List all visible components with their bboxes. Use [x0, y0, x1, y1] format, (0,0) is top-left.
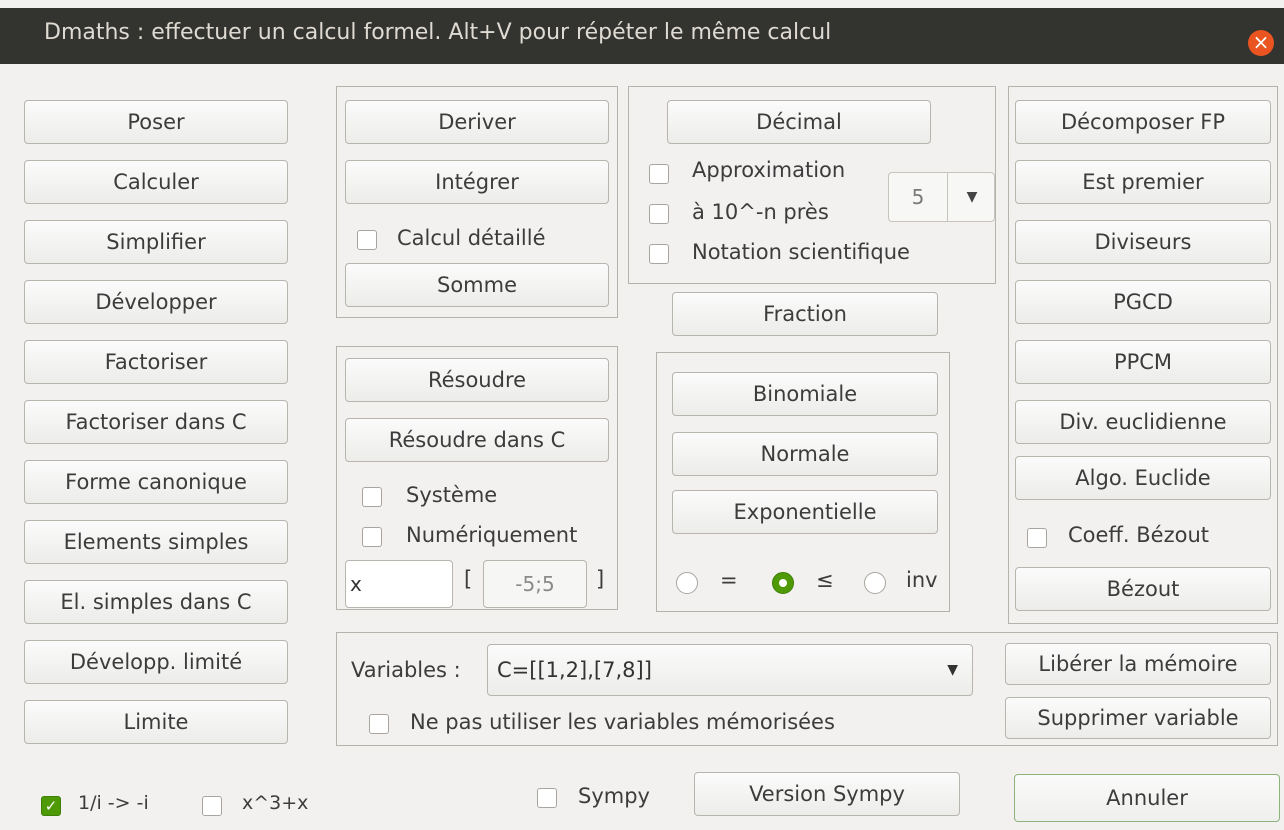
variable-input[interactable]: x: [345, 560, 453, 608]
normale-button[interactable]: Normale: [672, 432, 938, 476]
factoriser-button[interactable]: Factoriser: [24, 340, 288, 384]
numeriquement-checkbox[interactable]: [362, 527, 382, 547]
window-titlebar: Dmaths : effectuer un calcul formel. Alt…: [0, 8, 1284, 64]
algo-euclide-button[interactable]: Algo. Euclide: [1015, 456, 1271, 500]
variables-label: Variables :: [351, 658, 461, 682]
annuler-button[interactable]: Annuler: [1014, 774, 1280, 822]
pgcd-button[interactable]: PGCD: [1015, 280, 1271, 324]
precision-label: à 10^-n près: [692, 200, 829, 224]
variables-selected: C=[[1,2],[7,8]]: [497, 658, 652, 682]
resoudre-dans-c-button[interactable]: Résoudre dans C: [345, 418, 609, 462]
exponentielle-button[interactable]: Exponentielle: [672, 490, 938, 534]
developp-limite-button[interactable]: Développ. limité: [24, 640, 288, 684]
bezout-button[interactable]: Bézout: [1015, 567, 1271, 611]
x3-label: x^3+x: [242, 792, 309, 814]
numeriquement-label: Numériquement: [406, 523, 578, 547]
digits-spinner[interactable]: 5 ▼: [888, 172, 995, 222]
decimal-button[interactable]: Décimal: [667, 100, 931, 144]
el-simples-dans-c-button[interactable]: El. simples dans C: [24, 580, 288, 624]
coeff-bezout-checkbox[interactable]: [1027, 528, 1047, 548]
interval-input[interactable]: -5;5: [483, 560, 587, 608]
simplifier-button[interactable]: Simplifier: [24, 220, 288, 264]
approximation-label: Approximation: [692, 158, 846, 182]
diviseurs-button[interactable]: Diviseurs: [1015, 220, 1271, 264]
x3-checkbox[interactable]: [202, 796, 222, 816]
digits-value: 5: [911, 185, 925, 209]
div-euclidienne-button[interactable]: Div. euclidienne: [1015, 400, 1271, 444]
close-icon[interactable]: ×: [1248, 30, 1274, 56]
no-memory-label: Ne pas utiliser les variables mémorisées: [410, 710, 835, 734]
binomiale-button[interactable]: Binomiale: [672, 372, 938, 416]
poser-button[interactable]: Poser: [24, 100, 288, 144]
calculer-button[interactable]: Calculer: [24, 160, 288, 204]
equal-label: =: [720, 568, 738, 592]
no-memory-checkbox[interactable]: [369, 714, 389, 734]
elements-simples-button[interactable]: Elements simples: [24, 520, 288, 564]
fraction-button[interactable]: Fraction: [672, 292, 938, 336]
coeff-bezout-label: Coeff. Bézout: [1068, 523, 1209, 547]
interval-close-bracket: ]: [596, 567, 605, 591]
window-title: Dmaths : effectuer un calcul formel. Alt…: [44, 20, 832, 45]
version-sympy-button[interactable]: Version Sympy: [694, 772, 960, 816]
somme-button[interactable]: Somme: [345, 263, 609, 307]
chevron-down-icon[interactable]: ▼: [947, 173, 996, 221]
inv-label: inv: [906, 568, 938, 592]
systeme-label: Système: [406, 483, 498, 507]
interval-open-bracket: [: [464, 567, 473, 591]
sympy-checkbox[interactable]: [537, 788, 557, 808]
factoriser-dans-c-button[interactable]: Factoriser dans C: [24, 400, 288, 444]
le-label: ≤: [816, 568, 834, 592]
deriver-button[interactable]: Deriver: [345, 100, 609, 144]
notation-scientifique-checkbox[interactable]: [649, 244, 669, 264]
le-radio[interactable]: [772, 572, 794, 594]
integrer-button[interactable]: Intégrer: [345, 160, 609, 204]
precision-checkbox[interactable]: [649, 204, 669, 224]
ppcm-button[interactable]: PPCM: [1015, 340, 1271, 384]
sympy-label: Sympy: [578, 784, 650, 808]
notation-scientifique-label: Notation scientifique: [692, 240, 910, 264]
liberer-memoire-button[interactable]: Libérer la mémoire: [1005, 643, 1271, 685]
one-over-i-checkbox[interactable]: ✓: [41, 796, 61, 816]
forme-canonique-button[interactable]: Forme canonique: [24, 460, 288, 504]
approximation-checkbox[interactable]: [649, 164, 669, 184]
decomposer-fp-button[interactable]: Décomposer FP: [1015, 100, 1271, 144]
chevron-down-icon: ▼: [947, 662, 958, 678]
calcul-detaille-label: Calcul détaillé: [397, 226, 546, 250]
developper-button[interactable]: Développer: [24, 280, 288, 324]
inv-radio[interactable]: [864, 572, 886, 594]
resoudre-button[interactable]: Résoudre: [345, 358, 609, 402]
systeme-checkbox[interactable]: [362, 487, 382, 507]
limite-button[interactable]: Limite: [24, 700, 288, 744]
est-premier-button[interactable]: Est premier: [1015, 160, 1271, 204]
calcul-detaille-checkbox[interactable]: [357, 230, 377, 250]
variables-select[interactable]: C=[[1,2],[7,8]] ▼: [487, 644, 973, 696]
one-over-i-label: 1/i -> -i: [78, 792, 149, 814]
equal-radio[interactable]: [676, 572, 698, 594]
supprimer-variable-button[interactable]: Supprimer variable: [1005, 697, 1271, 739]
